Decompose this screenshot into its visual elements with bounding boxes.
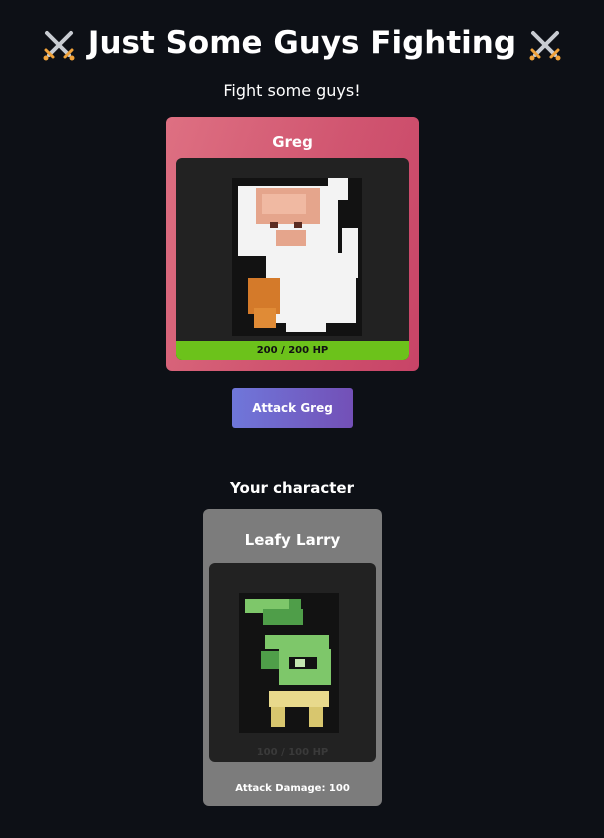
attack-button[interactable]: Attack Greg	[232, 388, 353, 428]
player-sprite	[239, 593, 339, 733]
enemy-hp-bar: 200 / 200 HP	[176, 341, 409, 360]
page-title: Just Some Guys Fighting	[0, 22, 604, 64]
attack-damage-text: Attack Damage: 100	[235, 783, 350, 794]
enemy-hp-text: 200 / 200 HP	[256, 345, 329, 356]
player-portrait: 100 / 100 HP	[209, 563, 376, 762]
player-hp-text: 100 / 100 HP	[256, 747, 329, 758]
page-title-text: Just Some Guys Fighting	[87, 25, 517, 61]
player-name: Leafy Larry	[244, 531, 341, 549]
enemy-portrait: 200 / 200 HP	[176, 158, 409, 360]
player-hp-label: 100 / 100 HP	[209, 743, 376, 762]
enemy-sprite	[232, 178, 362, 336]
player-section-heading: Your character	[230, 479, 354, 497]
crossed-swords-icon	[529, 30, 561, 60]
enemy-card: Greg 200 / 200 HP	[166, 117, 419, 371]
enemy-name: Greg	[272, 133, 313, 151]
player-card: Leafy Larry 100 / 100 HP Attack Damage: …	[203, 509, 382, 806]
crossed-swords-icon	[43, 30, 75, 60]
page-subtitle: Fight some guys!	[223, 81, 361, 100]
